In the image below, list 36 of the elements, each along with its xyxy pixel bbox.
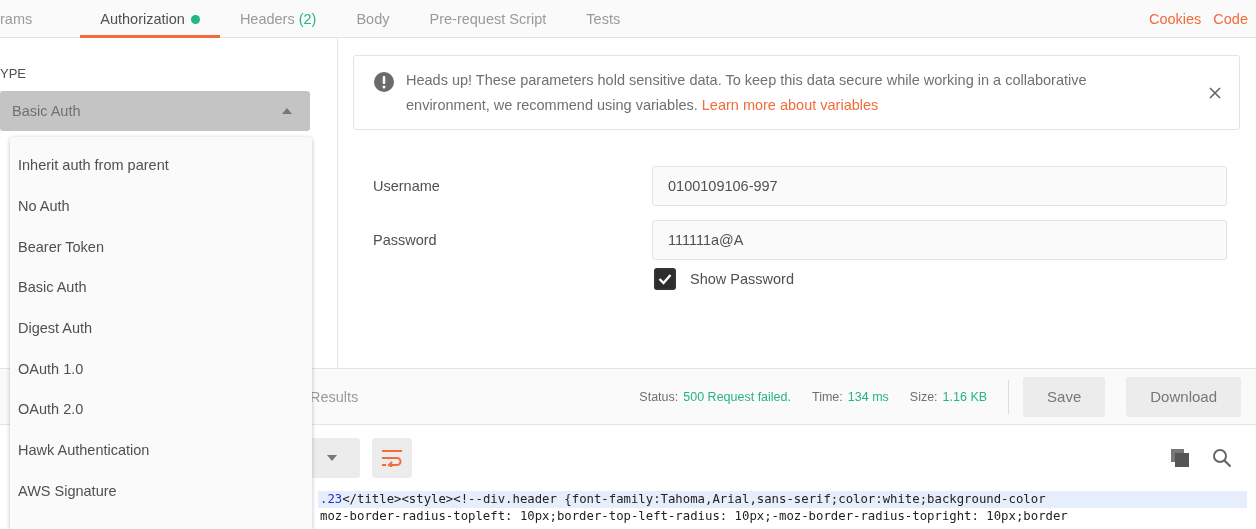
input-field[interactable]: 0100109106-997: [652, 166, 1227, 206]
close-icon[interactable]: [1209, 86, 1221, 99]
caret-icon: [282, 108, 292, 114]
menu-item[interactable]: Inherit auth from parent: [10, 145, 312, 186]
caret-icon: [327, 455, 337, 461]
checkbox[interactable]: [654, 268, 676, 290]
search-icon[interactable]: [1212, 448, 1232, 468]
wrap-icon: [381, 449, 403, 467]
checkbox-label: Show Password: [690, 271, 794, 287]
status-value: 500 Request failed.: [683, 389, 791, 404]
status-label: Size:: [909, 389, 938, 404]
field-label: Password: [373, 232, 438, 248]
input-field[interactable]: 111111a@A: [652, 220, 1227, 260]
response-button[interactable]: Download: [1126, 376, 1241, 417]
alert-message: Heads up! These parameters hold sensitive data. To keep this data secure while working in a collaborative environment, we recommend using variables. Learn more about variables: [406, 70, 1088, 115]
status-value: 1.16 KB: [942, 389, 988, 404]
code-line: moz-border-radius-topleft: 10px;border-top-left-radius: 10px;-moz-border-radius-topright: 10px;border: [319, 508, 1069, 525]
menu-item[interactable]: Digest Auth: [10, 307, 312, 349]
exclamation-icon: [374, 71, 394, 92]
type-label: YPE: [0, 66, 27, 81]
field-label: Username: [373, 178, 441, 194]
status-label: Status:: [639, 389, 679, 404]
menu-item[interactable]: Bearer Token: [10, 226, 312, 268]
menu-item[interactable]: OAuth 2.0: [10, 389, 312, 430]
menu-item[interactable]: No Auth: [10, 185, 312, 227]
copy-icon[interactable]: [1170, 448, 1190, 468]
check-icon: [658, 273, 672, 285]
status-label: Time:: [812, 389, 843, 404]
menu-item[interactable]: Basic Auth: [10, 267, 312, 308]
status-value: 134 ms: [847, 389, 889, 404]
menu-item[interactable]: OAuth 1.0: [10, 348, 312, 390]
menu-item[interactable]: Hawk Authentication: [10, 429, 312, 471]
menu-item[interactable]: AWS Signature: [10, 470, 312, 512]
request-tab[interactable]: Authorization: [80, 0, 220, 38]
response-button[interactable]: Save: [1023, 376, 1106, 417]
wrap-lines-button[interactable]: [372, 438, 412, 478]
